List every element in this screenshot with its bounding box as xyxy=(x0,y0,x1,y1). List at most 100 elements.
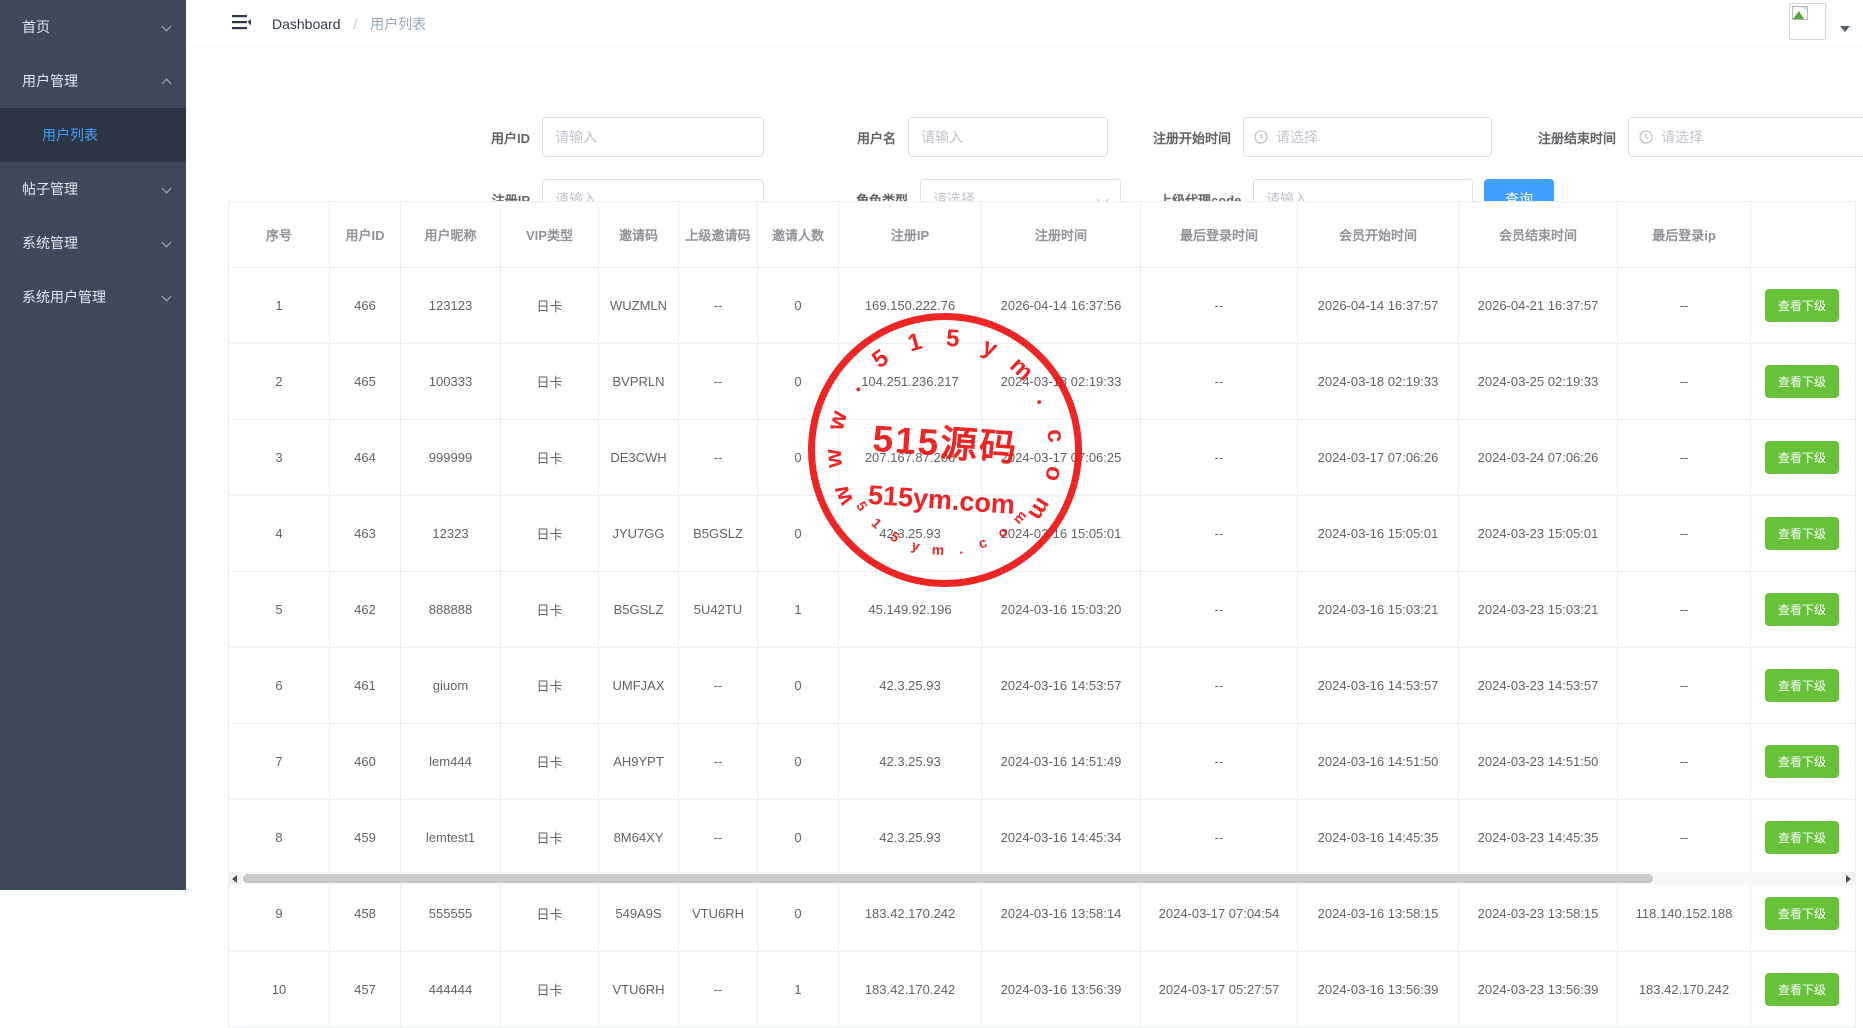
view-subordinates-button[interactable]: 查看下级 xyxy=(1765,669,1839,702)
table-cell: 2024-03-18 02:19:33 xyxy=(1298,344,1459,420)
sidebar-item-user-list[interactable]: 用户列表 xyxy=(0,108,186,162)
table-cell: 2024-03-18 02:19:33 xyxy=(982,344,1141,420)
table-cell: 999999 xyxy=(401,420,501,496)
avatar-dropdown-caret[interactable] xyxy=(1840,26,1850,32)
reg-start-time-picker[interactable]: 请选择 xyxy=(1243,117,1492,157)
table-cell: 日卡 xyxy=(501,724,599,800)
table-row: 8459lemtest1日卡8M64XY--042.3.25.932024-03… xyxy=(229,800,1856,876)
view-subordinates-button[interactable]: 查看下级 xyxy=(1765,821,1839,854)
table-column-header: 邀请人数 xyxy=(758,202,839,268)
view-subordinates-button[interactable]: 查看下级 xyxy=(1765,745,1839,778)
sidebar-item-system-management[interactable]: 系统管理 xyxy=(0,216,186,270)
table-cell: -- xyxy=(1141,344,1298,420)
table-row: 1466123123日卡WUZMLN--0169.150.222.762026-… xyxy=(229,268,1856,344)
view-subordinates-button[interactable]: 查看下级 xyxy=(1765,593,1839,626)
reg-end-time-picker[interactable]: 请选择 xyxy=(1628,117,1863,157)
table-column-header: 邀请码 xyxy=(599,202,679,268)
table-cell: -- xyxy=(1618,724,1751,800)
table-row: 9458555555日卡549A9SVTU6RH0183.42.170.2422… xyxy=(229,876,1856,952)
sidebar-item-label: 首页 xyxy=(22,17,50,37)
table-cell: 5 xyxy=(229,572,330,648)
table-cell: 2026-04-14 16:37:56 xyxy=(982,268,1141,344)
sidebar-item-user-management[interactable]: 用户管理 xyxy=(0,54,186,108)
table-cell: -- xyxy=(1618,572,1751,648)
table-column-header: 用户昵称 xyxy=(401,202,501,268)
table-cell: -- xyxy=(1141,648,1298,724)
table-cell: 3 xyxy=(229,420,330,496)
scrollbar-thumb[interactable] xyxy=(243,874,1653,883)
table-cell: VTU6RH xyxy=(679,876,758,952)
sidebar-item-label: 帖子管理 xyxy=(22,179,78,199)
table-row: 5462888888日卡B5GSLZ5U42TU145.149.92.19620… xyxy=(229,572,1856,648)
table-cell: 555555 xyxy=(401,876,501,952)
table-cell: B5GSLZ xyxy=(599,572,679,648)
breadcrumb-dashboard-link[interactable]: Dashboard xyxy=(272,16,341,32)
table-cell: 2024-03-23 15:05:01 xyxy=(1459,496,1618,572)
table-cell: 2024-03-16 15:05:01 xyxy=(982,496,1141,572)
sidebar-item-system-user-management[interactable]: 系统用户管理 xyxy=(0,270,186,324)
table-cell-action: 查看下级 xyxy=(1751,572,1856,648)
breadcrumb-separator: / xyxy=(353,16,357,32)
table-column-header xyxy=(1751,202,1856,268)
table-cell: 444444 xyxy=(401,952,501,1028)
table-cell-action: 查看下级 xyxy=(1751,876,1856,952)
table-row: 7460lem444日卡AH9YPT--042.3.25.932024-03-1… xyxy=(229,724,1856,800)
table-cell: 日卡 xyxy=(501,648,599,724)
table-cell: AH9YPT xyxy=(599,724,679,800)
table-cell: 183.42.170.242 xyxy=(839,876,982,952)
broken-image-icon xyxy=(1792,6,1809,21)
table-cell: 日卡 xyxy=(501,876,599,952)
table-cell: 2024-03-23 13:58:15 xyxy=(1459,876,1618,952)
view-subordinates-button[interactable]: 查看下级 xyxy=(1765,973,1839,1006)
sidebar-item-home[interactable]: 首页 xyxy=(0,0,186,54)
table-cell: 462 xyxy=(330,572,401,648)
table-cell: 2024-03-16 14:53:57 xyxy=(1298,648,1459,724)
table-cell: 2024-03-16 13:56:39 xyxy=(982,952,1141,1028)
table-row: 446312323日卡JYU7GGB5GSLZ042.3.25.932024-0… xyxy=(229,496,1856,572)
view-subordinates-button[interactable]: 查看下级 xyxy=(1765,517,1839,550)
avatar[interactable] xyxy=(1789,3,1826,40)
view-subordinates-button[interactable]: 查看下级 xyxy=(1765,289,1839,322)
table-cell: 2024-03-16 15:03:21 xyxy=(1298,572,1459,648)
horizontal-scrollbar[interactable] xyxy=(228,872,1855,885)
table-cell: -- xyxy=(679,420,758,496)
table-row: 6461giuom日卡UMFJAX--042.3.25.932024-03-16… xyxy=(229,648,1856,724)
table-cell: 2 xyxy=(229,344,330,420)
placeholder-text: 请选择 xyxy=(1276,127,1318,147)
table-cell-action: 查看下级 xyxy=(1751,420,1856,496)
table-cell: 45.149.92.196 xyxy=(839,572,982,648)
username-input[interactable] xyxy=(908,117,1108,157)
table-cell: 2024-03-25 02:19:33 xyxy=(1459,344,1618,420)
table-column-header: VIP类型 xyxy=(501,202,599,268)
field-label: 用户名 xyxy=(814,128,896,147)
table-cell: 2024-03-16 14:53:57 xyxy=(982,648,1141,724)
table-cell: 日卡 xyxy=(501,800,599,876)
sidebar: 首页 用户管理 用户列表 帖子管理 系统管理 系统用户管理 xyxy=(0,0,186,890)
table-column-header: 最后登录时间 xyxy=(1141,202,1298,268)
table-cell: 0 xyxy=(758,724,839,800)
sidebar-item-label: 系统用户管理 xyxy=(22,287,106,307)
table-cell: -- xyxy=(1618,648,1751,724)
scroll-right-arrow[interactable] xyxy=(1842,872,1855,885)
table-column-header: 注册时间 xyxy=(982,202,1141,268)
view-subordinates-button[interactable]: 查看下级 xyxy=(1765,897,1839,930)
table-column-header: 最后登录ip xyxy=(1618,202,1751,268)
user-id-input[interactable] xyxy=(542,117,764,157)
table-cell: 0 xyxy=(758,876,839,952)
table-cell: 42.3.25.93 xyxy=(839,648,982,724)
table-cell: -- xyxy=(1141,420,1298,496)
menu-fold-icon[interactable] xyxy=(232,14,251,30)
table-cell: 123123 xyxy=(401,268,501,344)
sidebar-item-post-management[interactable]: 帖子管理 xyxy=(0,162,186,216)
scroll-left-arrow[interactable] xyxy=(228,872,241,885)
table-cell: 207.167.87.206 xyxy=(839,420,982,496)
view-subordinates-button[interactable]: 查看下级 xyxy=(1765,365,1839,398)
topbar: Dashboard / 用户列表 xyxy=(186,0,1863,46)
table-cell: 888888 xyxy=(401,572,501,648)
sidebar-item-label: 系统管理 xyxy=(22,233,78,253)
table-cell: 104.251.236.217 xyxy=(839,344,982,420)
view-subordinates-button[interactable]: 查看下级 xyxy=(1765,441,1839,474)
table-row: 2465100333日卡BVPRLN--0104.251.236.2172024… xyxy=(229,344,1856,420)
table-cell: 1 xyxy=(229,268,330,344)
table-cell: -- xyxy=(1141,724,1298,800)
